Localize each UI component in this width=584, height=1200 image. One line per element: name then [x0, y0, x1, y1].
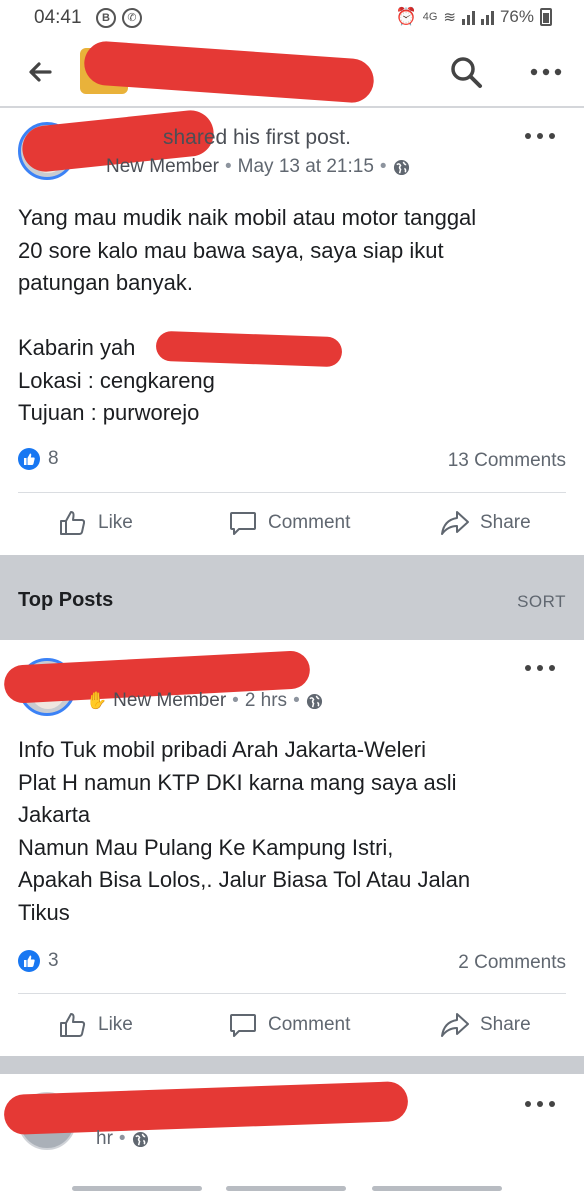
post-body-line: Tujuan : purworejo	[18, 400, 200, 425]
post-body-line: 20 sore kalo mau bawa saya, saya siap ik…	[18, 237, 444, 263]
network-label: 4G	[422, 11, 438, 23]
post-body: Yang mau mudik naik mobil atau motor tan…	[18, 202, 568, 430]
nav-pill[interactable]	[226, 1186, 346, 1191]
redaction-mark	[82, 39, 376, 105]
share-label: Share	[480, 512, 531, 533]
post-body-line: Info Tuk mobil pribadi Arah Jakarta-Wele…	[18, 737, 426, 762]
app-bar	[0, 36, 584, 108]
share-label: Share	[480, 1014, 531, 1035]
comment-count[interactable]: 13 Comments	[448, 450, 566, 472]
like-count: 8	[48, 448, 59, 469]
feed-separator	[0, 1056, 584, 1074]
status-time: 04:41	[34, 7, 82, 28]
meta-separator: •	[118, 1128, 126, 1149]
comment-label: Comment	[268, 512, 351, 533]
post-body-line: Plat H namun KTP DKI karna mang saya asl…	[18, 769, 457, 795]
post-time[interactable]: hr	[96, 1128, 113, 1150]
post-meta: New Member • May 13 at 21:15 •	[86, 156, 410, 178]
post-actions: Like Comment Share	[0, 1001, 584, 1049]
whatsapp-icon: ✆	[122, 8, 142, 28]
signal-icon	[461, 9, 475, 25]
post-headline: shared his first post.	[163, 126, 351, 149]
redaction-mark	[155, 330, 343, 368]
like-count: 3	[48, 950, 59, 971]
wifi-icon: ≋	[443, 9, 456, 26]
gesture-bar	[0, 1160, 584, 1200]
more-horizontal-icon[interactable]	[520, 126, 560, 146]
post-time[interactable]: 2 hrs	[245, 690, 287, 712]
post-body-line: Namun Mau Pulang Ke Kampung Istri,	[18, 834, 394, 860]
post-meta: hr •	[96, 1128, 149, 1150]
battery-percent: 76%	[499, 7, 534, 26]
meta-separator: •	[232, 690, 239, 711]
post-card: shared his first post. New Member • May …	[0, 108, 584, 555]
post-body-line	[18, 300, 568, 333]
signal-icon-2	[480, 9, 494, 25]
more-horizontal-icon[interactable]	[526, 58, 566, 86]
meta-separator: •	[379, 156, 387, 177]
like-label: Like	[98, 1014, 133, 1035]
reaction-summary[interactable]: 3	[18, 950, 59, 972]
share-button[interactable]: Share	[440, 1001, 531, 1049]
arrow-left-icon[interactable]	[24, 56, 56, 88]
like-reaction-icon	[18, 950, 40, 972]
share-icon	[441, 1013, 469, 1037]
status-bar: 04:41 B ✆ ⏰ 4G ≋ 76%	[0, 0, 584, 36]
globe-icon	[132, 1131, 148, 1147]
globe-icon	[393, 159, 409, 175]
post-card: ✋ New Member • 2 hrs • Info Tuk mobil pr…	[0, 640, 584, 1056]
sort-button[interactable]: SORT	[517, 592, 566, 612]
share-button[interactable]: Share	[440, 499, 531, 547]
post-body-line: Apakah Bisa Lolos,. Jalur Biasa Tol Atau…	[18, 867, 471, 892]
more-horizontal-icon[interactable]	[520, 658, 560, 678]
like-label: Like	[98, 512, 133, 533]
reaction-summary[interactable]: 8	[18, 448, 59, 470]
comment-count[interactable]: 2 Comments	[458, 952, 566, 974]
like-button[interactable]: Like	[58, 1001, 133, 1049]
post-actions: Like Comment Share	[0, 499, 584, 547]
post-body-line: patungan banyak.	[18, 270, 193, 295]
comment-icon	[230, 1014, 256, 1037]
thumbs-up-icon	[60, 511, 86, 535]
battery-icon	[540, 8, 552, 26]
divider	[18, 993, 566, 994]
comment-icon	[230, 512, 256, 535]
share-icon	[441, 511, 469, 535]
top-posts-header: Top Posts SORT	[0, 555, 584, 640]
comment-label: Comment	[268, 1014, 351, 1035]
comment-button[interactable]: Comment	[228, 1001, 350, 1049]
divider	[18, 492, 566, 493]
meta-separator: •	[293, 690, 300, 711]
post-meta: ✋ New Member • 2 hrs •	[86, 690, 323, 712]
globe-icon	[306, 693, 322, 709]
alarm-icon: ⏰	[395, 7, 417, 26]
more-horizontal-icon[interactable]	[520, 1094, 560, 1114]
hand-wave-icon: ✋	[86, 691, 108, 710]
member-role: New Member	[106, 156, 219, 177]
meta-separator: •	[224, 156, 232, 177]
nav-pill[interactable]	[372, 1186, 502, 1191]
post-body-line: Yang mau mudik naik mobil atau motor tan…	[18, 205, 477, 230]
post-body-line: Jakarta	[18, 802, 91, 827]
post-body-line: Tikus	[18, 899, 70, 925]
top-posts-title: Top Posts	[18, 589, 114, 611]
comment-button[interactable]: Comment	[228, 499, 350, 547]
nav-pill[interactable]	[72, 1186, 202, 1191]
post-body-line: Lokasi : cengkareng	[18, 367, 215, 393]
like-button[interactable]: Like	[58, 499, 133, 547]
post-body: Info Tuk mobil pribadi Arah Jakarta-Wele…	[18, 734, 568, 929]
like-reaction-icon	[18, 448, 40, 470]
status-right: ⏰ 4G ≋ 76%	[396, 7, 552, 27]
redaction-mark	[3, 1080, 409, 1136]
thumbs-up-icon	[60, 1013, 86, 1037]
post-time[interactable]: May 13 at 21:15	[238, 156, 374, 178]
member-role: New Member	[113, 690, 227, 711]
search-icon[interactable]	[448, 54, 484, 90]
b-notification-icon: B	[96, 8, 116, 28]
